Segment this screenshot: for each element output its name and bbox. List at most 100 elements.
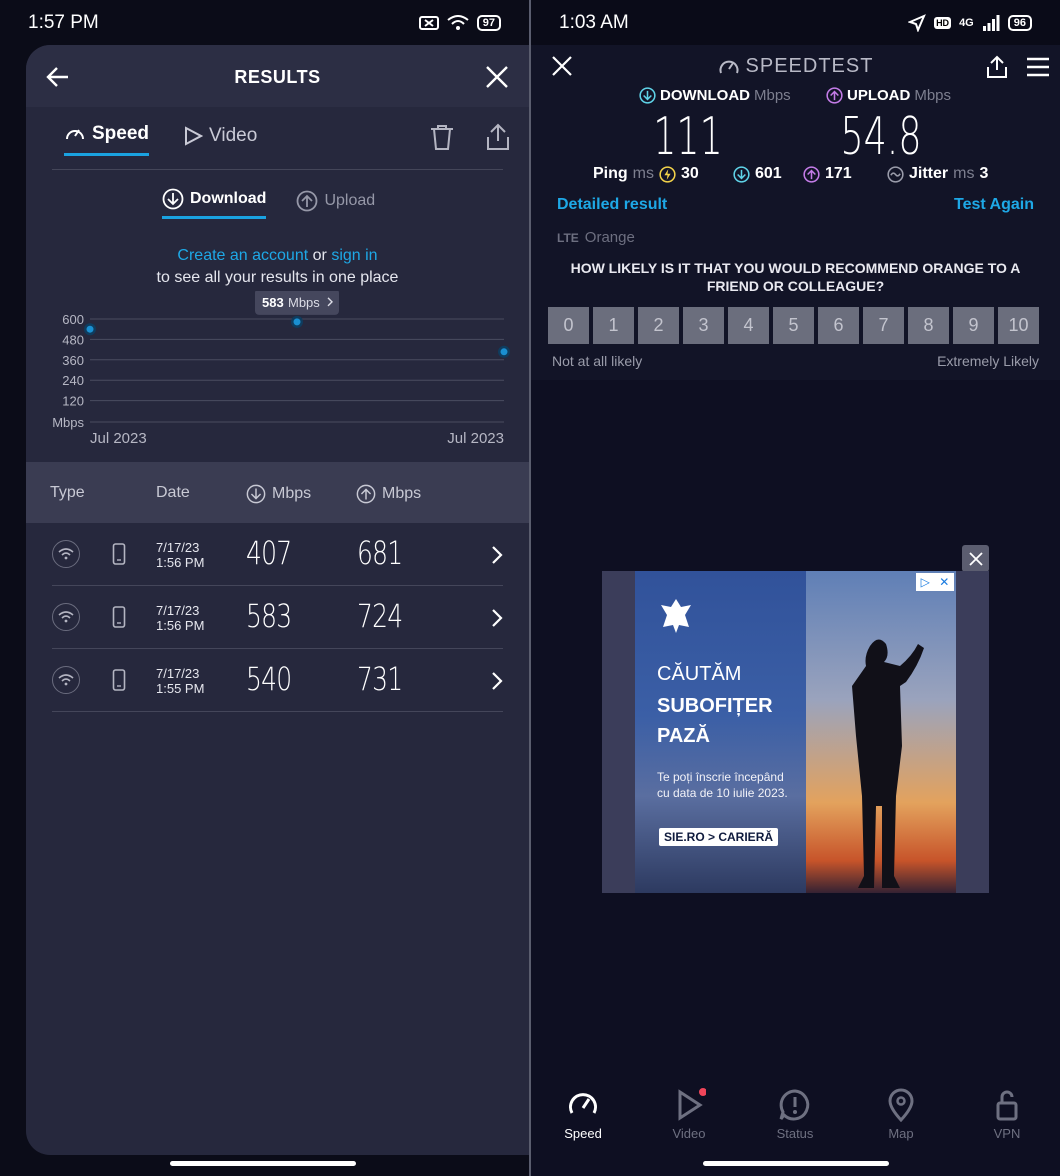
tooltip-unit: Mbps [288,295,320,310]
x-tick-label: Jul 2023 [90,430,147,447]
nps-option-2[interactable]: 2 [638,307,679,344]
ping-upload: 171 [803,165,852,183]
hd-icon: HD [934,17,952,29]
nps-option-4[interactable]: 4 [728,307,769,344]
detailed-result-link[interactable]: Detailed result [557,196,667,214]
wifi-icon [52,540,80,568]
tab-download[interactable]: Download [162,188,267,219]
create-account-link[interactable]: Create an account [177,247,308,264]
result-panel: SPEEDTEST DOWNLOAD Mbps 111 UPLOAD Mbps … [531,45,1060,380]
tab-speed[interactable]: Speed [64,123,150,156]
share-icon[interactable] [986,55,1008,79]
ping-upload-value: 171 [825,165,852,182]
app-title: SPEEDTEST [531,55,1060,78]
nav-map[interactable]: Map [861,1088,941,1141]
nps-option-8[interactable]: 8 [908,307,949,344]
data-point[interactable] [86,325,94,333]
row-download: 540 [246,660,292,698]
row-date: 7/17/23 [156,603,200,618]
nps-option-7[interactable]: 7 [863,307,904,344]
tab-upload[interactable]: Upload [296,188,375,219]
unlock-icon [996,1090,1018,1121]
tab-upload-label: Upload [324,191,376,209]
y-tick-label: 480 [62,332,84,347]
ad-creative[interactable]: ▷ ✕ CĂUTĂM SUBOFIȚER PAZĂ Te poți înscrie… [635,571,956,893]
home-indicator[interactable] [703,1161,889,1166]
download-circle-icon [639,87,656,104]
nps-option-6[interactable]: 6 [818,307,859,344]
y-tick-label: 360 [62,353,84,368]
location-icon [908,14,926,32]
ad-choices-icon[interactable]: ▷ ✕ [916,573,954,591]
ad-banner[interactable]: ▷ ✕ CĂUTĂM SUBOFIȚER PAZĂ Te poți înscrie… [602,571,989,893]
trash-icon[interactable] [429,123,455,151]
nps-option-3[interactable]: 3 [683,307,724,344]
row-time: 1:56 PM [156,555,205,570]
menu-icon[interactable] [1026,57,1050,77]
data-point[interactable] [293,318,301,326]
y-tick-label: 600 [62,312,84,327]
ad-body-1: Te poți înscrie începând [657,770,784,784]
ad-cta-button[interactable]: SIE.RO > CARIERĂ [659,828,779,846]
account-prompt: Create an account or sign in to see all … [26,245,529,289]
upload-label: UPLOAD Mbps [826,87,951,104]
account-subtext: to see all your results in one place [156,269,399,286]
wifi-icon [52,603,80,631]
nps-option-1[interactable]: 1 [593,307,634,344]
nps-question: HOW LIKELY IS IT THAT YOU WOULD RECOMMEN… [570,260,1021,294]
alert-bubble-icon [779,1089,810,1121]
direction-tabs: Download Upload [162,188,375,219]
row-download: 407 [246,534,292,572]
network-type: 4G [959,17,974,29]
table-row[interactable]: 7/17/23 1:55 PM 540 731 [52,649,503,712]
jitter: Jitter ms 3 [887,165,988,183]
tab-video[interactable]: Video [183,123,257,156]
nps-option-5[interactable]: 5 [773,307,814,344]
nps-option-0[interactable]: 0 [548,307,589,344]
jitter-label: Jitter [909,165,949,182]
download-unit: Mbps [754,87,791,104]
or-text: or [312,247,327,264]
y-tick-label: 240 [62,373,84,388]
table-row[interactable]: 7/17/23 1:56 PM 407 681 [52,523,503,586]
wifi-icon [52,666,80,694]
nps-option-10[interactable]: 10 [998,307,1039,344]
network-type-label: LTE [557,231,579,245]
results-sheet: RESULTS Speed Video Download Upload Crea… [26,45,529,1155]
jitter-icon [887,165,904,183]
download-value: 111 [653,107,723,167]
share-icon[interactable] [485,123,511,151]
results-table-header: Type Date Mbps Mbps [26,462,529,523]
row-time: 1:55 PM [156,681,205,696]
close-button[interactable] [483,63,511,91]
nav-status[interactable]: Status [755,1088,835,1141]
tab-video-label: Video [209,124,258,146]
nav-speed[interactable]: Speed [543,1088,623,1141]
nav-vpn[interactable]: VPN [967,1088,1047,1141]
results-screen: 1:57 PM 97 RESULTS Speed Video Download … [0,0,529,1176]
speedometer-icon [719,60,739,73]
signal-icon [982,15,1000,31]
sign-in-link[interactable]: sign in [331,247,377,264]
carrier-name: Orange [584,229,635,246]
nav-video[interactable]: Video [649,1088,729,1141]
home-indicator[interactable] [170,1161,356,1166]
upload-circle-icon [826,87,843,104]
test-again-button[interactable]: Test Again [954,196,1034,214]
ad-close-button[interactable] [962,545,989,572]
nps-high-label: Extremely Likely [937,353,1039,369]
sheet-header: RESULTS [26,45,529,107]
download-label: DOWNLOAD Mbps [639,87,791,104]
ad-headline-3: PAZĂ [657,725,710,747]
nps-low-label: Not at all likely [552,353,643,369]
jitter-value: 3 [979,165,989,182]
tab-speed-label: Speed [92,123,150,144]
data-point[interactable] [500,348,508,356]
table-row[interactable]: 7/17/23 1:56 PM 583 724 [52,586,503,649]
download-circle-icon [162,188,184,210]
status-bar: 1:03 AM HD 4G 96 [531,0,1060,46]
upload-unit: Mbps [914,87,952,104]
jitter-unit: ms [953,165,975,182]
status-bar: 1:57 PM 97 [0,0,529,46]
nps-option-9[interactable]: 9 [953,307,994,344]
